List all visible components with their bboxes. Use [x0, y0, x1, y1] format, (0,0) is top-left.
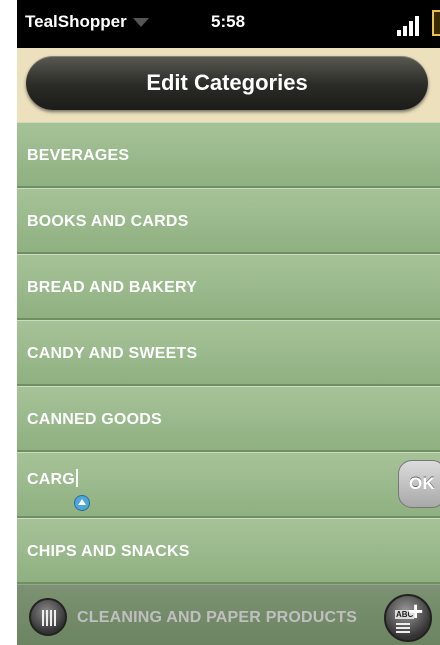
- list-item[interactable]: BREAD AND BAKERY: [17, 254, 440, 320]
- battery-icon: [432, 10, 440, 36]
- dropdown-triangle-icon: [132, 18, 149, 28]
- text-cursor: [75, 469, 78, 487]
- clock: 5:58: [211, 12, 246, 31]
- list-item-label: BOOKS AND CARDS: [27, 213, 189, 230]
- list-item-label: BEVERAGES: [27, 147, 130, 164]
- edit-category-row: CARG OK: [17, 452, 440, 518]
- menu-button[interactable]: [29, 598, 67, 636]
- list-item-label: BREAD AND BAKERY: [27, 279, 198, 296]
- header: Edit Categories: [17, 48, 440, 128]
- list-item-label: CANNED GOODS: [27, 411, 162, 428]
- list-item[interactable]: CHIPS AND SNACKS: [17, 518, 440, 584]
- list-lines-icon: [396, 623, 410, 633]
- device-screen: TealShopper 5:58 Edit Categories BEVERAG…: [17, 0, 440, 645]
- list-item-label: CANDY AND SWEETS: [27, 345, 198, 362]
- page-title: Edit Categories: [26, 56, 428, 110]
- category-name-input[interactable]: CARG: [27, 469, 78, 489]
- status-bar: TealShopper 5:58: [17, 0, 440, 48]
- input-value: CARG: [27, 471, 75, 488]
- plus-icon: +: [408, 596, 424, 626]
- list-item[interactable]: CANNED GOODS: [17, 386, 440, 452]
- list-item[interactable]: CANDY AND SWEETS: [17, 320, 440, 386]
- list-item[interactable]: BEVERAGES: [17, 122, 440, 188]
- app-name: TealShopper: [25, 12, 127, 31]
- list-item[interactable]: BOOKS AND CARDS: [17, 188, 440, 254]
- shift-arrow-icon: [74, 495, 90, 511]
- add-category-button[interactable]: ABC +: [384, 594, 432, 642]
- list-item-label: CHIPS AND SNACKS: [27, 543, 190, 560]
- ok-button[interactable]: OK: [398, 460, 440, 508]
- list-item-label: CLEANING AND PAPER PRODUCTS: [77, 609, 358, 626]
- signal-strength-icon: [395, 14, 425, 36]
- list-item[interactable]: CLEANING AND PAPER PRODUCTS: [17, 584, 440, 645]
- menu-icon: [42, 610, 56, 626]
- category-list: BEVERAGES BOOKS AND CARDS BREAD AND BAKE…: [17, 122, 440, 645]
- app-menu[interactable]: TealShopper: [25, 12, 149, 32]
